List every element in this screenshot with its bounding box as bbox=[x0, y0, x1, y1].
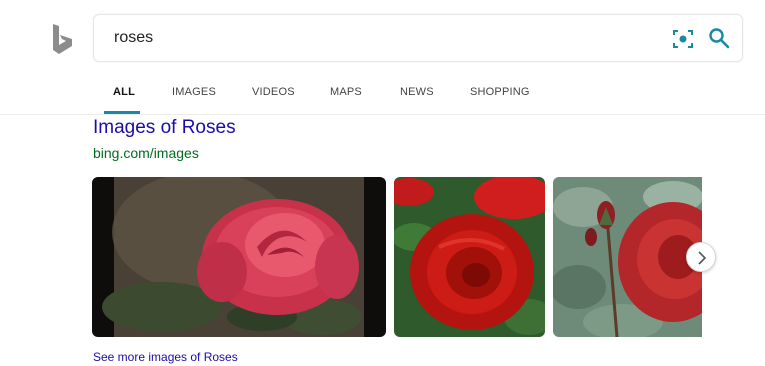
tab-maps[interactable]: MAPS bbox=[330, 86, 362, 98]
result-title-link[interactable]: Images of Roses bbox=[93, 117, 236, 139]
search-icon[interactable] bbox=[708, 27, 730, 49]
visual-search-icon[interactable] bbox=[672, 28, 694, 50]
carousel-next-button[interactable] bbox=[686, 242, 716, 272]
rose-image-1[interactable] bbox=[92, 177, 386, 337]
result-url: bing.com/images bbox=[93, 145, 199, 161]
tab-images[interactable]: IMAGES bbox=[172, 86, 216, 98]
bing-logo[interactable] bbox=[51, 24, 75, 54]
active-tab-indicator bbox=[104, 111, 140, 114]
search-input[interactable]: roses bbox=[114, 29, 153, 47]
tab-shopping[interactable]: SHOPPING bbox=[470, 86, 530, 98]
tab-news[interactable]: NEWS bbox=[400, 86, 434, 98]
see-more-images-link[interactable]: See more images of Roses bbox=[93, 350, 238, 364]
rose-image-3[interactable] bbox=[553, 177, 702, 337]
search-box[interactable]: roses bbox=[93, 14, 743, 62]
tab-videos[interactable]: VIDEOS bbox=[252, 86, 295, 98]
chevron-right-icon bbox=[698, 251, 707, 265]
tab-all[interactable]: ALL bbox=[113, 86, 135, 98]
rose-image-2[interactable] bbox=[394, 177, 545, 337]
image-carousel bbox=[92, 177, 702, 338]
header: roses ALL IMAGES VIDEOS MAPS NEWS SHOPPI… bbox=[0, 0, 765, 115]
